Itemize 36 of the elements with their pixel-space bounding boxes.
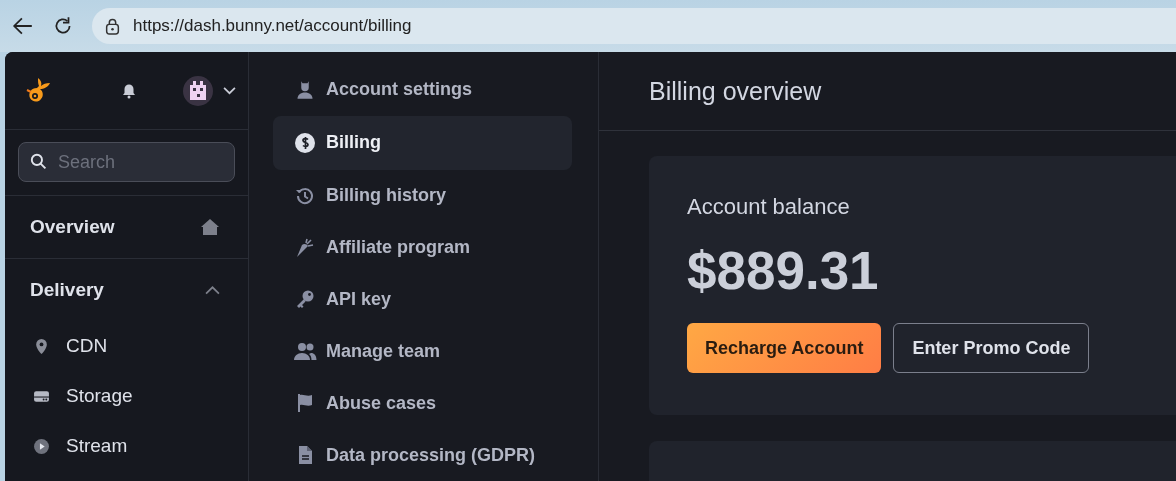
address-bar[interactable]: https://dash.bunny.net/account/billing xyxy=(92,8,1176,44)
back-arrow-icon[interactable] xyxy=(12,15,34,37)
pin-icon xyxy=(33,337,50,355)
carrot-icon xyxy=(295,237,315,258)
menu-item[interactable]: Manage team xyxy=(273,325,572,378)
recharge-button[interactable]: Recharge Account xyxy=(687,323,882,373)
flag-icon xyxy=(295,393,315,414)
dollar-icon xyxy=(295,132,315,153)
home-icon xyxy=(200,218,220,236)
nav-item[interactable]: Storage xyxy=(5,371,248,421)
url-text: https://dash.bunny.net/account/billing xyxy=(133,16,412,36)
avatar[interactable] xyxy=(183,75,213,106)
menu-item[interactable]: API key xyxy=(273,273,572,326)
search-icon xyxy=(30,153,47,170)
card-title: Account balance xyxy=(687,194,850,220)
menu-item[interactable]: Billing history xyxy=(273,169,572,222)
key-icon xyxy=(295,289,315,310)
chevron-down-icon[interactable] xyxy=(223,86,236,95)
nav-item[interactable]: CDN xyxy=(5,321,248,371)
search-field[interactable]: Search xyxy=(18,142,235,182)
nav-item[interactable]: Stream xyxy=(5,421,248,471)
menu-item[interactable]: Billing xyxy=(273,115,572,170)
play-icon xyxy=(33,437,50,455)
page-title: Billing overview xyxy=(599,52,1176,131)
balance-amount: $889.31 xyxy=(687,240,879,301)
menu-item[interactable]: Data processing (GDPR) xyxy=(273,429,572,481)
menu-item[interactable]: Account settings xyxy=(273,64,572,116)
history-icon xyxy=(295,185,315,206)
nav-group-header[interactable]: Delivery xyxy=(5,259,248,321)
promo-code-button[interactable]: Enter Promo Code xyxy=(893,323,1090,373)
person-icon xyxy=(295,79,315,100)
menu-item[interactable]: Abuse cases xyxy=(273,377,572,430)
menu-item[interactable]: Affiliate program xyxy=(273,221,572,274)
lock-icon xyxy=(104,17,121,35)
bell-icon[interactable] xyxy=(121,82,137,99)
nav-link[interactable]: Overview xyxy=(5,196,248,259)
